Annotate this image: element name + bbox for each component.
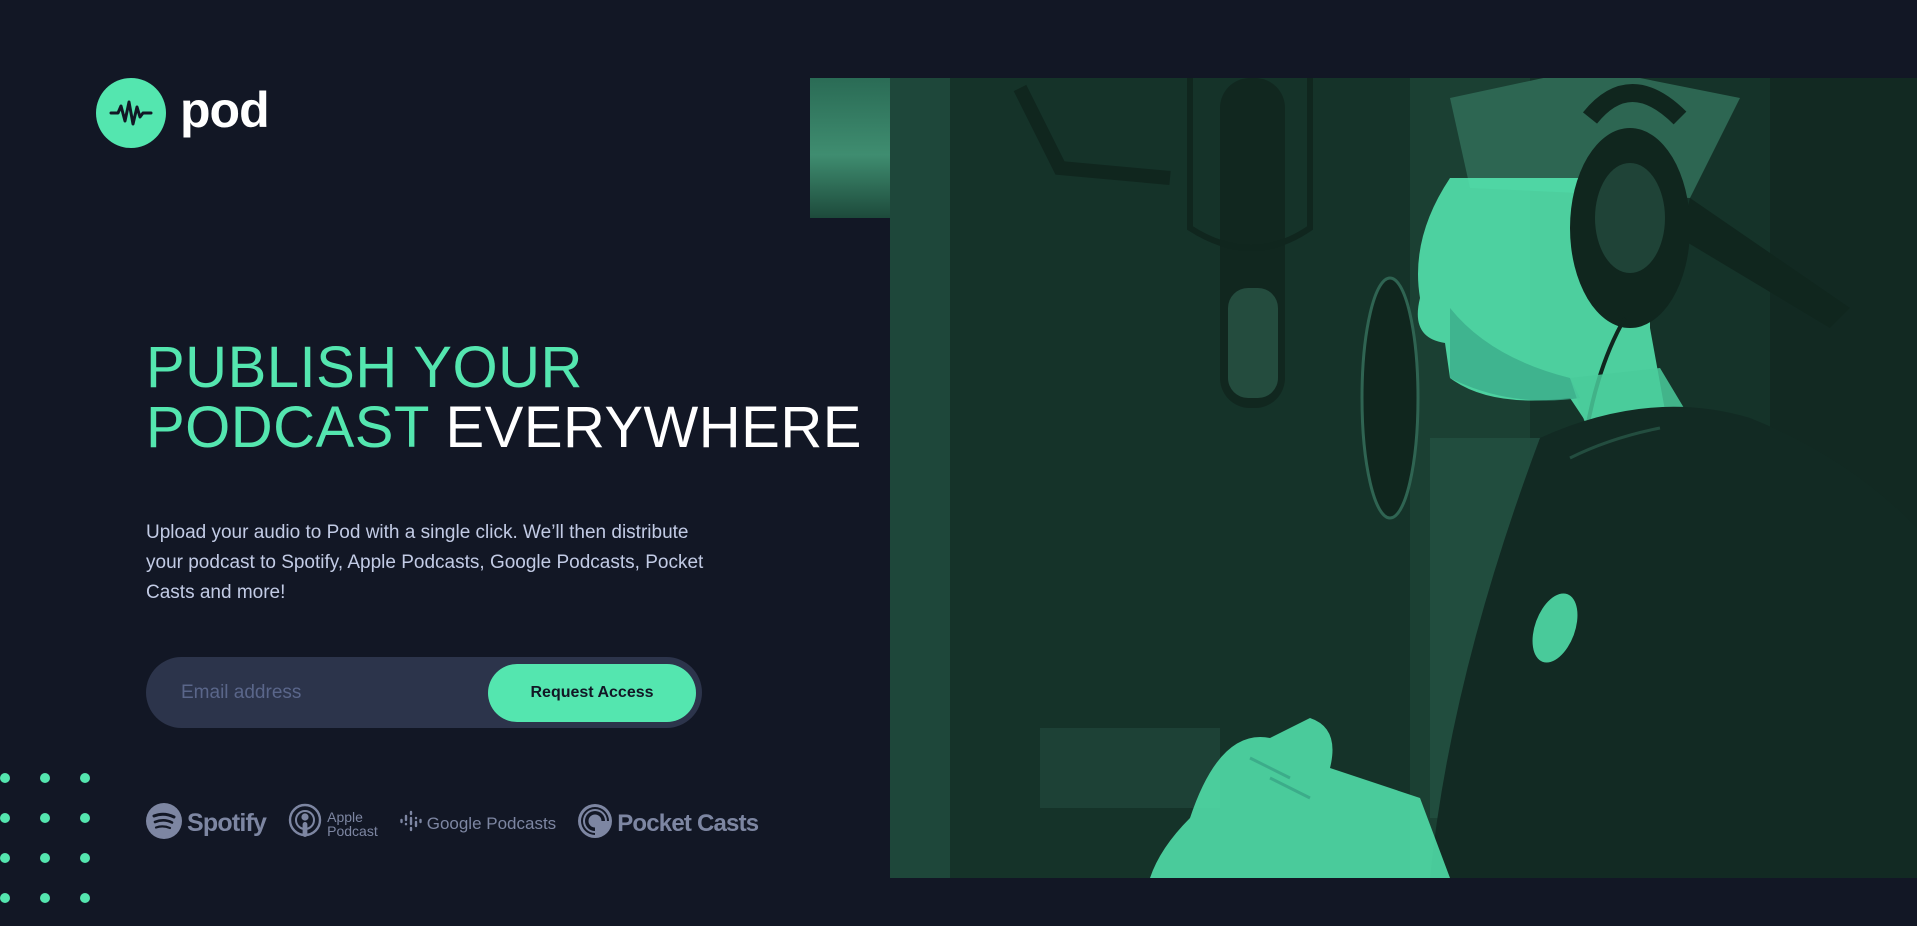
platform-spotify: Spotify bbox=[146, 803, 267, 844]
apple-podcast-label: Apple Podcast bbox=[327, 810, 378, 838]
platform-google-podcasts: Google Podcasts bbox=[400, 810, 556, 837]
logo[interactable]: pod bbox=[96, 78, 270, 148]
landing-page: pod PUBLISH YOUR PODCAST EVERYWHERE Uplo… bbox=[0, 0, 1917, 926]
request-access-form: Request Access bbox=[146, 657, 702, 728]
photo-accent-block bbox=[810, 78, 892, 218]
logo-text: pod bbox=[180, 82, 270, 138]
platform-apple-podcast: Apple Podcast bbox=[288, 803, 378, 844]
headline-accent-line2: PODCAST bbox=[146, 395, 429, 460]
email-input[interactable] bbox=[146, 657, 488, 728]
pocket-casts-label: Pocket Casts bbox=[617, 809, 759, 837]
headline-accent-line1: PUBLISH YOUR bbox=[146, 335, 583, 400]
spotify-icon bbox=[146, 803, 182, 844]
dot-pattern bbox=[0, 770, 95, 915]
apple-podcast-label-line1: Apple bbox=[327, 808, 363, 825]
platform-pocket-casts: Pocket Casts bbox=[578, 804, 759, 843]
hero-image bbox=[890, 78, 1917, 878]
spotify-label: Spotify bbox=[187, 809, 267, 837]
headline-white: EVERYWHERE bbox=[445, 395, 862, 460]
pocket-casts-icon bbox=[578, 804, 613, 843]
hero-description: Upload your audio to Pod with a single c… bbox=[146, 522, 704, 603]
hero-headline: PUBLISH YOUR PODCAST EVERYWHERE bbox=[146, 338, 862, 458]
apple-podcast-icon bbox=[288, 803, 322, 844]
request-access-button[interactable]: Request Access bbox=[488, 663, 696, 722]
google-podcasts-label: Google Podcasts bbox=[426, 813, 557, 833]
waveform-icon bbox=[96, 78, 166, 148]
apple-podcast-label-line2: Podcast bbox=[327, 822, 378, 839]
platform-logos: Spotify Apple Podcast Google Podcasts Po… bbox=[146, 803, 759, 844]
google-podcasts-icon bbox=[400, 810, 422, 837]
